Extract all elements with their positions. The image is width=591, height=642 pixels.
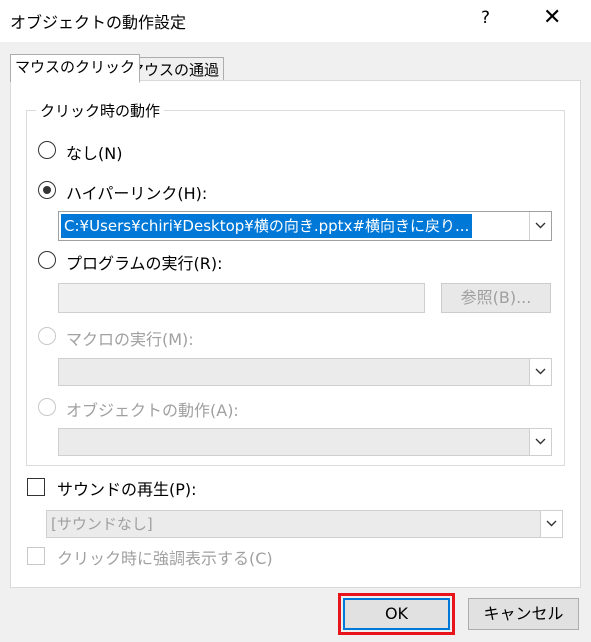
cancel-button[interactable]: キャンセル [468, 598, 579, 630]
object-action-combobox[interactable] [58, 428, 552, 456]
object-action-dropdown-button[interactable] [529, 429, 551, 455]
macro-combobox[interactable] [58, 358, 552, 386]
highlight-checkbox[interactable] [27, 547, 45, 565]
radio-program[interactable] [38, 251, 56, 269]
sound-dropdown-button[interactable] [540, 511, 562, 537]
browse-button[interactable]: 参照(B)... [441, 283, 551, 313]
sound-value: [サウンドなし] [51, 515, 153, 533]
hyperlink-dropdown-button[interactable] [529, 212, 551, 240]
radio-hyperlink-label: ハイパーリンク(H): [66, 184, 208, 203]
chevron-down-icon [535, 438, 546, 445]
program-input[interactable] [58, 283, 425, 313]
radio-none[interactable] [38, 141, 56, 159]
radio-object-action-label: オブジェクトの動作(A): [66, 401, 239, 420]
radio-macro[interactable] [38, 327, 56, 345]
chevron-down-icon [535, 222, 546, 229]
tab-mouse-click[interactable]: マウスのクリック [10, 54, 141, 83]
help-button[interactable]: ? [481, 8, 490, 28]
sound-checkbox[interactable] [27, 478, 45, 496]
hyperlink-combobox[interactable]: C:¥Users¥chiri¥Desktop¥横の向き.pptx#横向きに戻り.… [58, 211, 552, 241]
sound-combobox[interactable]: [サウンドなし] [46, 510, 563, 538]
highlight-label: クリック時に強調表示する(C) [57, 549, 273, 568]
dialog-title: オブジェクトの動作設定 [10, 13, 187, 32]
macro-dropdown-button[interactable] [529, 359, 551, 385]
radio-hyperlink[interactable] [38, 181, 56, 199]
group-title: クリック時の動作 [36, 100, 165, 121]
chevron-down-icon [535, 368, 546, 375]
radio-program-label: プログラムの実行(R): [66, 254, 223, 273]
radio-object-action[interactable] [38, 398, 56, 416]
close-icon[interactable]: ✕ [543, 4, 561, 32]
radio-macro-label: マクロの実行(M): [66, 330, 194, 349]
radio-selected-dot [43, 186, 51, 194]
ok-button[interactable]: OK [343, 598, 450, 630]
radio-none-label: なし(N) [66, 144, 123, 163]
hyperlink-value: C:¥Users¥chiri¥Desktop¥横の向き.pptx#横向きに戻り.… [61, 214, 473, 238]
chevron-down-icon [546, 520, 557, 527]
sound-label: サウンドの再生(P): [57, 480, 197, 499]
